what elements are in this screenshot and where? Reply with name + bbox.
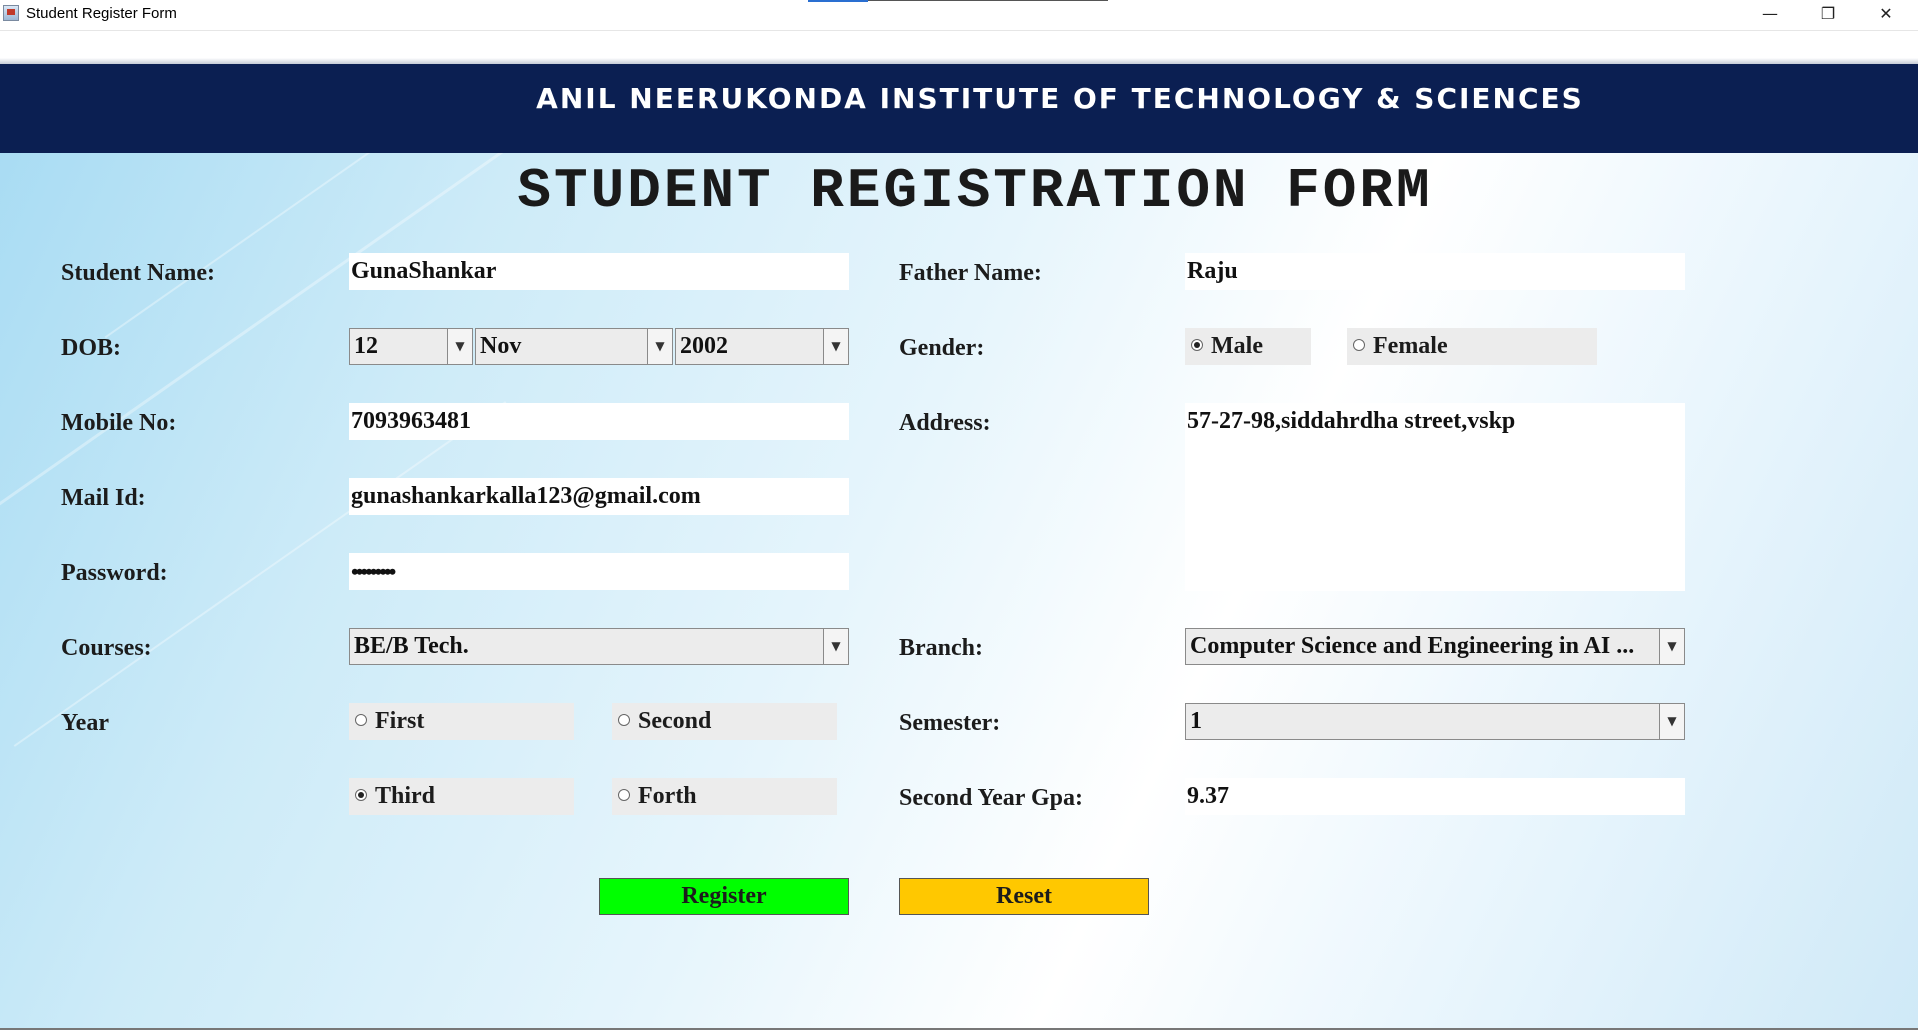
year-label: Year [61, 710, 109, 736]
minimize-button[interactable]: — [1741, 0, 1799, 30]
gender-male-label: Male [1211, 333, 1263, 359]
courses-label: Courses: [61, 635, 152, 661]
password-input[interactable]: ••••••••• [349, 553, 849, 590]
radio-unselected-icon [1353, 339, 1365, 351]
courses-value: BE/B Tech. [354, 633, 469, 659]
year-first-label: First [375, 708, 425, 734]
year-forth-label: Forth [638, 783, 697, 809]
radio-selected-icon [1191, 339, 1203, 351]
chevron-down-icon[interactable]: ▼ [823, 629, 848, 664]
year-second-radio[interactable]: Second [612, 703, 837, 740]
branch-select[interactable]: Computer Science and Engineering in AI .… [1185, 628, 1685, 665]
dob-day-value: 12 [354, 333, 378, 359]
form-title: STUDENT REGISTRATION FORM [517, 159, 1433, 223]
semester-value: 1 [1190, 708, 1202, 734]
gender-female-radio[interactable]: Female [1347, 328, 1597, 365]
student-name-input[interactable]: GunaShankar [349, 253, 849, 290]
institute-name: ANIL NEERUKONDA INSTITUTE OF TECHNOLOGY … [536, 82, 1584, 115]
window-top-strip [0, 31, 1918, 64]
semester-select[interactable]: 1 ▼ [1185, 703, 1685, 740]
gpa-label: Second Year Gpa: [899, 785, 1084, 811]
form-panel: STUDENT REGISTRATION FORM Student Name: … [0, 153, 1918, 1030]
branch-label: Branch: [899, 635, 983, 661]
radio-unselected-icon [618, 789, 630, 801]
radio-unselected-icon [355, 714, 367, 726]
semester-label: Semester: [899, 710, 1001, 736]
dob-month-select[interactable]: Nov ▼ [475, 328, 673, 365]
gender-label: Gender: [899, 335, 985, 361]
mobile-input[interactable]: 7093963481 [349, 403, 849, 440]
gpa-input[interactable]: 9.37 [1185, 778, 1685, 815]
branch-value: Computer Science and Engineering in AI .… [1190, 633, 1635, 659]
chevron-down-icon[interactable]: ▼ [1659, 629, 1684, 664]
address-label: Address: [899, 410, 991, 436]
mobile-label: Mobile No: [61, 410, 177, 436]
dob-label: DOB: [61, 335, 121, 361]
title-bar: Student Register Form — ❐ ✕ [0, 0, 1918, 31]
radio-selected-icon [355, 789, 367, 801]
year-third-radio[interactable]: Third [349, 778, 574, 815]
restore-button[interactable]: ❐ [1799, 0, 1857, 30]
year-forth-radio[interactable]: Forth [612, 778, 837, 815]
institute-banner: ANIL NEERUKONDA INSTITUTE OF TECHNOLOGY … [0, 64, 1918, 153]
password-label: Password: [61, 560, 168, 586]
chevron-down-icon[interactable]: ▼ [823, 329, 848, 364]
gender-female-label: Female [1373, 333, 1448, 359]
java-app-icon [3, 5, 19, 21]
close-button[interactable]: ✕ [1857, 0, 1915, 30]
gender-male-radio[interactable]: Male [1185, 328, 1311, 365]
chevron-down-icon[interactable]: ▼ [647, 329, 672, 364]
address-textarea[interactable]: 57-27-98,siddahrdha street,vskp [1185, 403, 1685, 591]
chevron-down-icon[interactable]: ▼ [1659, 704, 1684, 739]
dob-year-value: 2002 [680, 333, 728, 359]
student-name-label: Student Name: [61, 260, 215, 286]
courses-select[interactable]: BE/B Tech. ▼ [349, 628, 849, 665]
radio-unselected-icon [618, 714, 630, 726]
dob-month-value: Nov [480, 333, 522, 359]
year-second-label: Second [638, 708, 712, 734]
mail-input[interactable]: gunashankarkalla123@gmail.com [349, 478, 849, 515]
year-first-radio[interactable]: First [349, 703, 574, 740]
reset-button[interactable]: Reset [899, 878, 1149, 915]
father-name-input[interactable]: Raju [1185, 253, 1685, 290]
register-button[interactable]: Register [599, 878, 849, 915]
year-third-label: Third [375, 783, 436, 809]
dob-day-select[interactable]: 12 ▼ [349, 328, 473, 365]
window-title: Student Register Form [26, 5, 177, 22]
taskbar-focus-indicator [808, 0, 1108, 2]
dob-year-select[interactable]: 2002 ▼ [675, 328, 849, 365]
chevron-down-icon[interactable]: ▼ [447, 329, 472, 364]
father-name-label: Father Name: [899, 260, 1042, 286]
mail-label: Mail Id: [61, 485, 146, 511]
